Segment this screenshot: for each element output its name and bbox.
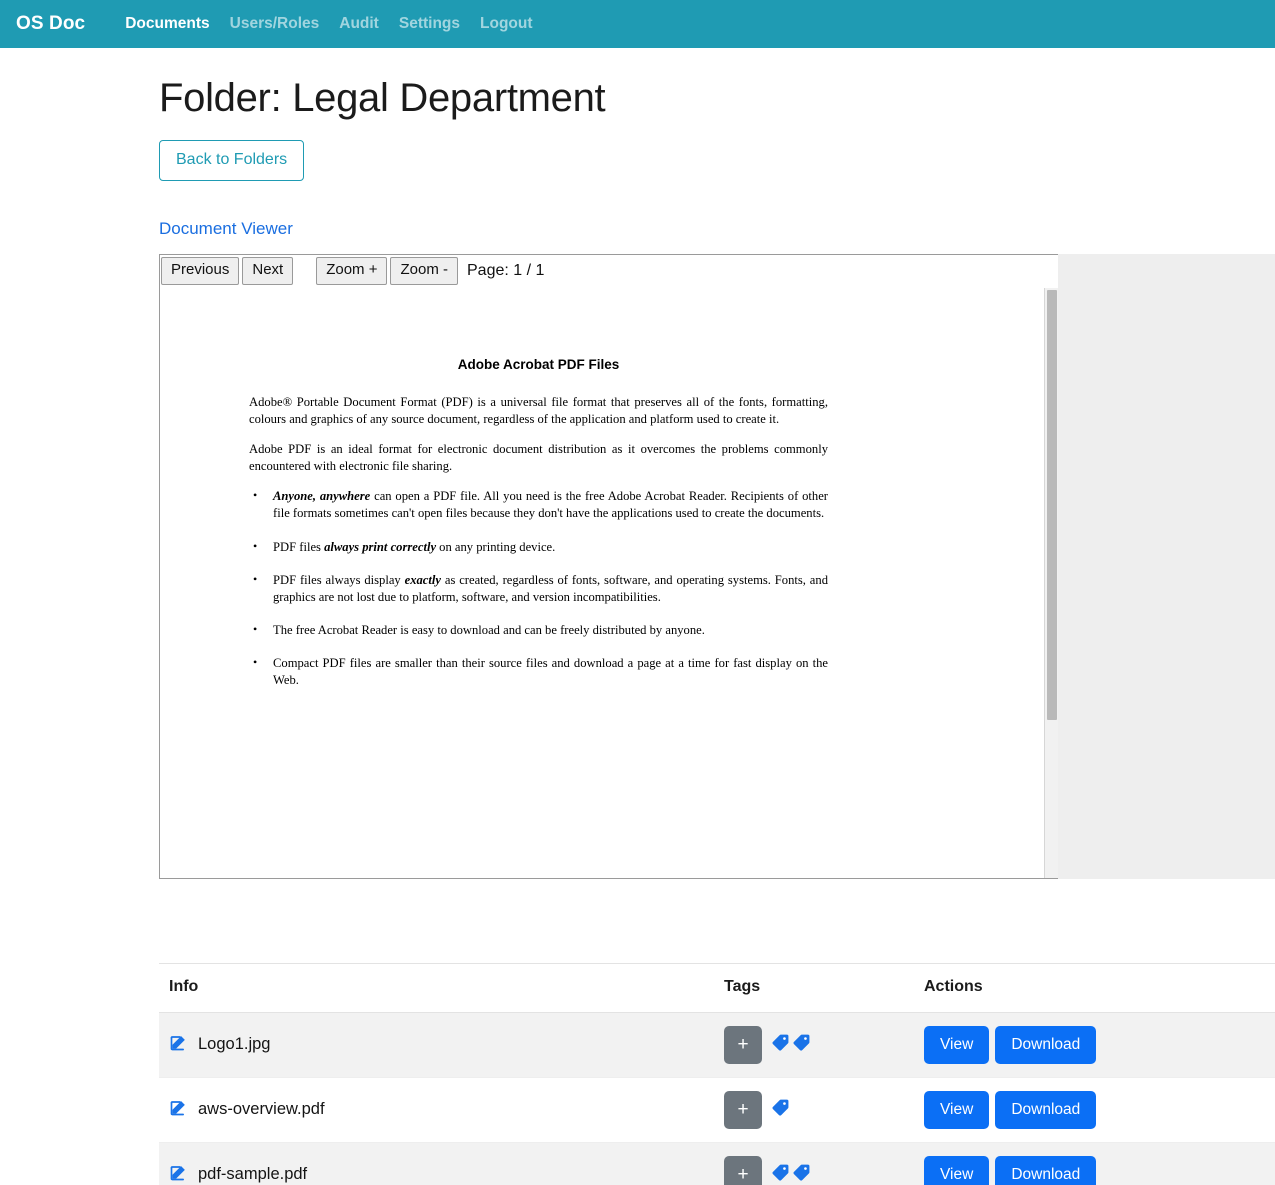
viewer-vertical-scrollbar[interactable] xyxy=(1044,288,1058,879)
file-name[interactable]: pdf-sample.pdf xyxy=(198,1165,307,1184)
pdf-paragraph: Adobe PDF is an ideal format for electro… xyxy=(249,441,828,475)
pdf-page-canvas: Adobe Acrobat PDF Files Adobe® Portable … xyxy=(161,289,1043,878)
pdf-bullet-text: The free Acrobat Reader is easy to downl… xyxy=(273,623,705,637)
add-tag-button[interactable]: + xyxy=(724,1156,762,1185)
file-tags-cell: + xyxy=(714,1012,914,1077)
file-actions-cell: View Download xyxy=(914,1012,1275,1077)
document-viewer-heading-link[interactable]: Document Viewer xyxy=(159,219,293,239)
nav-item-documents[interactable]: Documents xyxy=(115,0,219,48)
file-info-cell: pdf-sample.pdf xyxy=(159,1142,714,1185)
zoom-out-button[interactable]: Zoom - xyxy=(390,257,458,285)
pdf-paragraph: Adobe® Portable Document Format (PDF) is… xyxy=(249,394,828,428)
file-table-head: Info Tags Actions xyxy=(159,964,1275,1013)
viewer-scrollbar-thumb[interactable] xyxy=(1047,290,1057,720)
pdf-bullet-item: PDF files always print correctly on any … xyxy=(249,539,828,556)
pdf-bullet-emphasis: always print correctly xyxy=(324,540,436,554)
pdf-bullet-list: Anyone, anywhere can open a PDF file. Al… xyxy=(249,488,828,689)
zoom-in-button[interactable]: Zoom + xyxy=(316,257,387,285)
view-button[interactable]: View xyxy=(924,1026,989,1064)
pdf-bullet-pretext: PDF files xyxy=(273,540,324,554)
pdf-bullet-item: Compact PDF files are smaller than their… xyxy=(249,655,828,689)
edit-icon[interactable] xyxy=(169,1162,189,1185)
nav-item-logout[interactable]: Logout xyxy=(470,0,543,48)
pdf-bullet-text: Compact PDF files are smaller than their… xyxy=(273,656,828,687)
pdf-bullet-pretext: PDF files always display xyxy=(273,573,405,587)
file-table-body: Logo1.jpg + xyxy=(159,1012,1275,1185)
view-button[interactable]: View xyxy=(924,1156,989,1185)
previous-page-button[interactable]: Previous xyxy=(161,257,239,285)
pdf-bullet-item: PDF files always display exactly as crea… xyxy=(249,572,828,606)
nav-item-settings[interactable]: Settings xyxy=(389,0,470,48)
document-viewer-frame: Previous Next Zoom + Zoom - Page: 1 / 1 … xyxy=(159,254,1058,879)
nav-item-users-roles[interactable]: Users/Roles xyxy=(220,0,330,48)
document-viewer: Previous Next Zoom + Zoom - Page: 1 / 1 … xyxy=(159,254,1275,879)
file-table-container: Info Tags Actions xyxy=(159,963,1275,1185)
file-table: Info Tags Actions xyxy=(159,964,1275,1185)
page-title: Folder: Legal Department xyxy=(159,48,1275,122)
nav-item-audit[interactable]: Audit xyxy=(329,0,389,48)
column-header-tags: Tags xyxy=(714,964,914,1013)
download-button[interactable]: Download xyxy=(995,1091,1096,1129)
tag-icon-group xyxy=(771,1033,811,1057)
app-brand[interactable]: OS Doc xyxy=(10,13,91,35)
tag-icon[interactable] xyxy=(771,1163,790,1185)
tag-icon[interactable] xyxy=(771,1098,790,1122)
edit-icon[interactable] xyxy=(169,1097,189,1122)
file-actions-cell: View Download xyxy=(914,1142,1275,1185)
download-button[interactable]: Download xyxy=(995,1026,1096,1064)
tag-icon-group xyxy=(771,1098,790,1122)
top-navbar: OS Doc Documents Users/Roles Audit Setti… xyxy=(0,0,1275,48)
file-table-header-row: Info Tags Actions xyxy=(159,964,1275,1013)
pdf-bullet-item: The free Acrobat Reader is easy to downl… xyxy=(249,622,828,639)
file-name[interactable]: aws-overview.pdf xyxy=(198,1100,325,1119)
table-row: aws-overview.pdf + xyxy=(159,1077,1275,1142)
table-row: Logo1.jpg + xyxy=(159,1012,1275,1077)
file-actions-cell: View Download xyxy=(914,1077,1275,1142)
viewer-toolbar: Previous Next Zoom + Zoom - Page: 1 / 1 xyxy=(160,255,1058,288)
file-info-cell: aws-overview.pdf xyxy=(159,1077,714,1142)
pdf-bullet-emphasis: exactly xyxy=(405,573,441,587)
file-info-cell: Logo1.jpg xyxy=(159,1012,714,1077)
column-header-info: Info xyxy=(159,964,714,1013)
tag-icon[interactable] xyxy=(792,1163,811,1185)
edit-icon[interactable] xyxy=(169,1032,189,1057)
pdf-document-title: Adobe Acrobat PDF Files xyxy=(249,357,828,372)
download-button[interactable]: Download xyxy=(995,1156,1096,1185)
file-tags-cell: + xyxy=(714,1142,914,1185)
table-row: pdf-sample.pdf + xyxy=(159,1142,1275,1185)
page-content: Folder: Legal Department Back to Folders… xyxy=(0,48,1275,1185)
column-header-actions: Actions xyxy=(914,964,1275,1013)
add-tag-button[interactable]: + xyxy=(724,1091,762,1129)
add-tag-button[interactable]: + xyxy=(724,1026,762,1064)
back-to-folders-button[interactable]: Back to Folders xyxy=(159,140,304,181)
next-page-button[interactable]: Next xyxy=(242,257,293,285)
pdf-bullet-item: Anyone, anywhere can open a PDF file. Al… xyxy=(249,488,828,522)
tag-icon[interactable] xyxy=(771,1033,790,1057)
file-tags-cell: + xyxy=(714,1077,914,1142)
page-indicator: Page: 1 / 1 xyxy=(467,262,544,280)
pdf-bullet-text: on any printing device. xyxy=(436,540,555,554)
pdf-bullet-emphasis: Anyone, anywhere xyxy=(273,489,370,503)
tag-icon-group xyxy=(771,1163,811,1185)
file-name[interactable]: Logo1.jpg xyxy=(198,1035,271,1054)
view-button[interactable]: View xyxy=(924,1091,989,1129)
tag-icon[interactable] xyxy=(792,1033,811,1057)
